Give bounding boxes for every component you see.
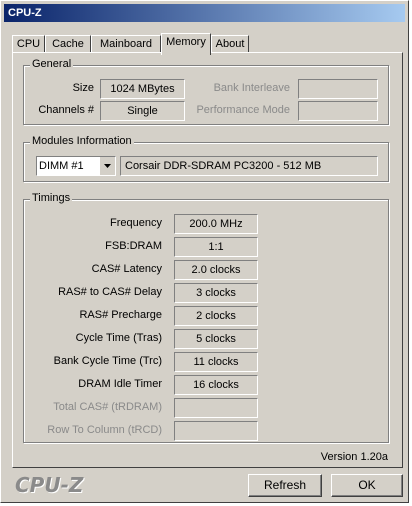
bank-interleave-label: Bank Interleave	[213, 82, 290, 94]
refresh-button[interactable]: Refresh	[248, 474, 322, 497]
timings-group: Timings Frequency 200.0 MHz FSB:DRAM 1:1…	[23, 192, 389, 443]
timing-label-bank-cycle-time: Bank Cycle Time (Trc)	[53, 355, 162, 367]
tab-cache[interactable]: Cache	[45, 35, 91, 53]
timings-group-title: Timings	[30, 192, 73, 204]
timing-value-dram-idle-timer: 16 clocks	[174, 375, 258, 395]
timing-value-cas-latency: 2.0 clocks	[174, 260, 258, 280]
general-group: General Size 1024 MBytes Channels # Sing…	[23, 58, 389, 125]
dimm-slot-value: DIMM #1	[39, 160, 84, 172]
timing-label-dram-idle-timer: DRAM Idle Timer	[78, 378, 162, 390]
general-group-title: General	[30, 58, 74, 70]
chevron-down-icon[interactable]	[99, 157, 115, 175]
size-value: 1024 MBytes	[100, 79, 185, 99]
timing-value-ras-to-cas: 3 clocks	[174, 283, 258, 303]
timing-value-total-cas	[174, 398, 258, 418]
modules-group: Modules Information DIMM #1 Corsair DDR-…	[23, 135, 389, 182]
tab-cpu[interactable]: CPU	[12, 35, 45, 53]
cpuz-logo: CPU-Z	[15, 473, 84, 497]
dimm-slot-select[interactable]: DIMM #1	[36, 156, 116, 176]
timing-label-cycle-time: Cycle Time (Tras)	[75, 332, 162, 344]
bank-interleave-value	[298, 79, 378, 99]
window-title: CPU-Z	[4, 4, 405, 22]
module-description: Corsair DDR-SDRAM PC3200 - 512 MB	[120, 156, 378, 176]
timing-label-cas-latency: CAS# Latency	[91, 263, 162, 275]
timing-value-bank-cycle-time: 11 clocks	[174, 352, 258, 372]
cpuz-window: CPU-Z CPU Cache Mainboard Memory About G…	[0, 0, 409, 503]
memory-panel: General Size 1024 MBytes Channels # Sing…	[12, 52, 403, 468]
timing-label-fsb-dram: FSB:DRAM	[105, 240, 162, 252]
tab-about[interactable]: About	[211, 35, 249, 53]
timing-label-row-to-column: Row To Column (tRCD)	[47, 424, 162, 436]
timing-label-frequency: Frequency	[110, 217, 162, 229]
size-label: Size	[72, 82, 94, 94]
tab-memory[interactable]: Memory	[161, 33, 211, 55]
timing-value-ras-precharge: 2 clocks	[174, 306, 258, 326]
timing-label-total-cas: Total CAS# (tRDRAM)	[53, 401, 162, 413]
timing-value-fsb-dram: 1:1	[174, 237, 258, 257]
timing-value-frequency: 200.0 MHz	[174, 214, 258, 234]
tab-mainboard[interactable]: Mainboard	[91, 35, 161, 53]
channels-label: Channels #	[38, 104, 94, 116]
performance-mode-label: Performance Mode	[196, 104, 290, 116]
channels-value: Single	[100, 101, 185, 121]
modules-group-title: Modules Information	[30, 135, 134, 147]
timing-value-row-to-column	[174, 421, 258, 441]
timing-value-cycle-time: 5 clocks	[174, 329, 258, 349]
version-label: Version 1.20a	[320, 451, 388, 463]
timing-label-ras-to-cas: RAS# to CAS# Delay	[58, 286, 162, 298]
ok-button[interactable]: OK	[331, 474, 403, 497]
performance-mode-value	[298, 101, 378, 121]
timing-label-ras-precharge: RAS# Precharge	[79, 309, 162, 321]
